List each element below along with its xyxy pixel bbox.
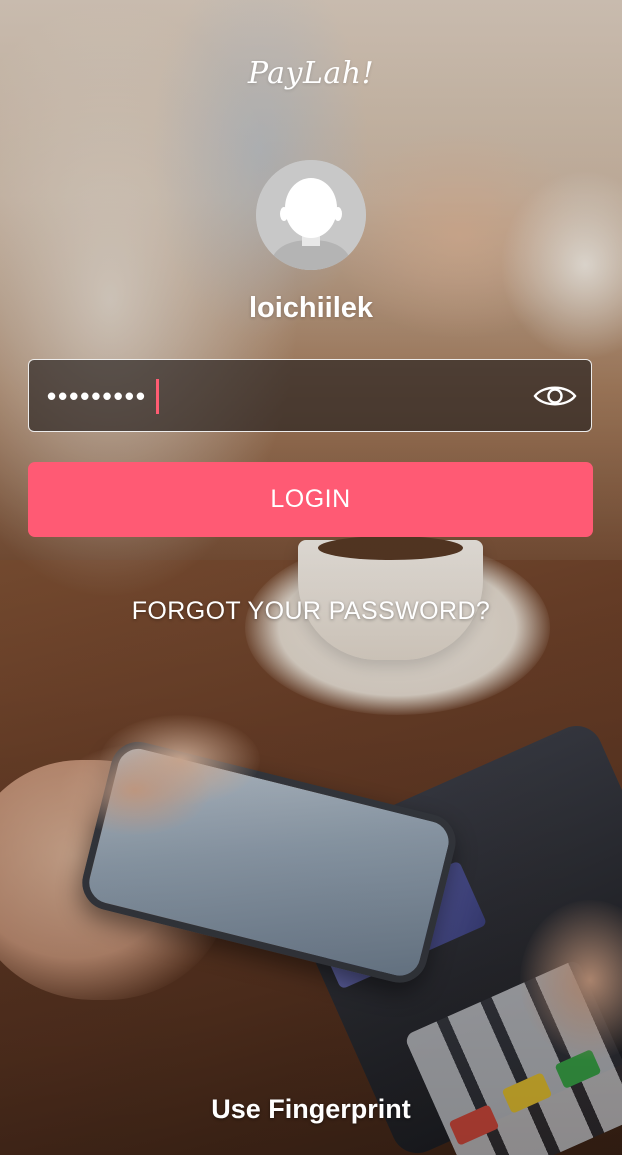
profile-avatar [256, 160, 366, 270]
password-field[interactable]: ••••••••• [28, 359, 592, 432]
default-user-avatar-icon [256, 160, 366, 270]
login-button[interactable]: LOGIN [28, 462, 593, 537]
username-label: loichiilek [248, 292, 374, 324]
eye-icon[interactable] [533, 378, 577, 414]
text-cursor [156, 379, 159, 414]
use-fingerprint-link[interactable]: Use Fingerprint [0, 1094, 622, 1125]
app-logo: PayLah! [247, 56, 375, 91]
password-masked-value: ••••••••• [47, 381, 147, 411]
forgot-password-link[interactable]: FORGOT YOUR PASSWORD? [0, 597, 622, 626]
